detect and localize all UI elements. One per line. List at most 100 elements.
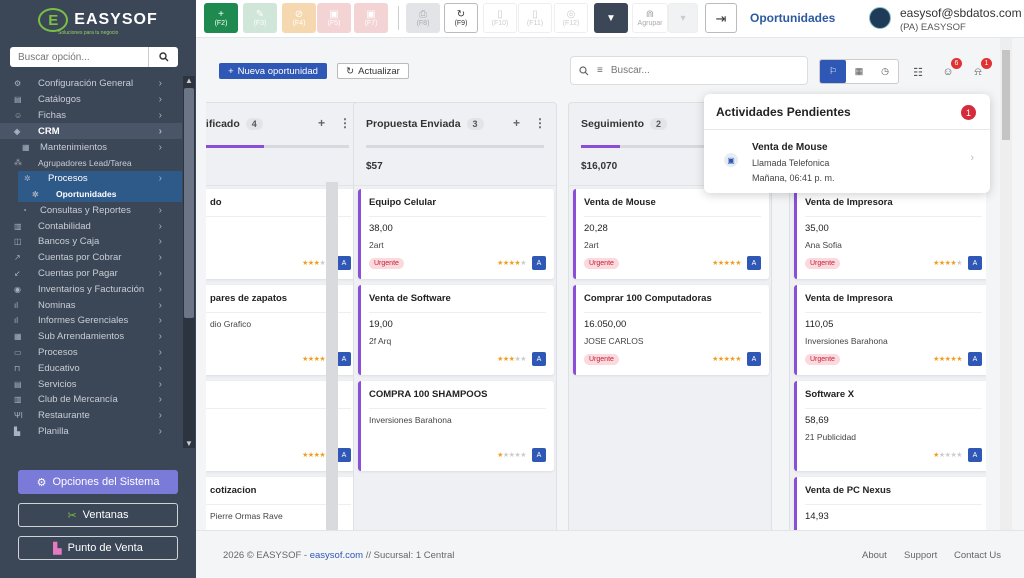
user-email[interactable]: easysof@sbdatos.com [900, 6, 1022, 20]
windows-button[interactable]: ✂ Ventanas [18, 503, 178, 527]
column-menu-icon[interactable]: ⋮ [534, 116, 546, 130]
sidebar-item[interactable]: ⁂ Agrupadores Lead/Tarea [0, 155, 182, 171]
view-activity-button[interactable]: ◷ [872, 60, 898, 83]
opportunity-card[interactable]: Equipo Celular 38,00 2art Urgente ★★★★★ A [358, 189, 554, 279]
kanban-search-input[interactable] [610, 65, 761, 76]
sidebar-item[interactable]: ✲ Procesos › [18, 170, 182, 187]
filter-button[interactable]: ▼ [594, 3, 628, 33]
sidebar-item[interactable]: ΨΙ Restaurante › [0, 408, 182, 424]
support-link[interactable]: Support [904, 550, 937, 561]
add-card-icon[interactable]: + [318, 116, 325, 130]
opportunity-card[interactable]: Venta de Mouse 20,28 2art Urgente ★★★★★ A [573, 189, 769, 279]
activity-item[interactable]: ▣ Venta de Mouse Llamada Telefonica Maña… [716, 138, 978, 184]
sidebar-item[interactable]: ▦ Sub Arrendamientos › [0, 329, 182, 345]
page-scrollbar[interactable] [1000, 38, 1012, 530]
opportunity-card[interactable]: COMPRA 100 SHAMPOOS Inversiones Barahona ★… [358, 381, 554, 471]
sidebar-item[interactable]: ▥ Contabilidad › [0, 218, 182, 234]
exit-button[interactable]: ⇥ [705, 3, 737, 33]
filter-icon[interactable]: ≡ [597, 65, 603, 76]
view-kanban-button[interactable]: ⚐ [820, 60, 846, 83]
sidebar-item[interactable]: ıl Nominas › [0, 297, 182, 313]
system-options-button[interactable]: ⚙ Opciones del Sistema [18, 470, 178, 494]
sidebar-item[interactable]: ☺ Fichas › [0, 108, 182, 124]
opportunity-card[interactable]: Venta de Impresora 35,00 Ana Sofia Urgente ★… [794, 189, 986, 279]
assignee-avatar[interactable]: A [747, 352, 761, 366]
priority-stars[interactable]: ★★★★★ [497, 451, 526, 459]
chevron-right-icon: › [158, 267, 162, 279]
sidebar-scroll-thumb[interactable] [184, 88, 194, 318]
priority-stars[interactable]: ★★★★★ [712, 355, 741, 363]
opportunity-card[interactable]: Software X 58,69 21 Publicidad ★★★★★ A [794, 381, 986, 471]
scroll-down-icon[interactable]: ▼ [183, 439, 195, 448]
contact-link[interactable]: Contact Us [954, 550, 1001, 561]
footer-link[interactable]: easysof.com [310, 550, 363, 561]
point-of-sale-button[interactable]: ▙ Punto de Venta [18, 536, 178, 560]
page-scroll-thumb[interactable] [1002, 50, 1010, 140]
opportunity-card[interactable]: Venta de PC Nexus14,932art★★★★★A [794, 477, 986, 530]
sidebar-item[interactable]: ↙ Cuentas por Pagar › [0, 266, 182, 282]
opportunity-card[interactable]: Venta de Impresora 110,05 Inversiones Bara… [794, 285, 986, 375]
assignee-avatar[interactable]: A [532, 352, 546, 366]
sidebar-item[interactable]: ▙ Planilla › [0, 424, 182, 440]
sidebar-item[interactable]: ↗ Cuentas por Cobrar › [0, 250, 182, 266]
print-button[interactable]: ⎙ (F8) [406, 3, 440, 33]
sidebar-item[interactable]: ▤ Catálogos › [0, 92, 182, 108]
delete-button[interactable]: ▣ (F7) [354, 3, 388, 33]
assignee-avatar[interactable]: A [968, 256, 982, 270]
notifications-button[interactable]: ⍾ 1 [970, 58, 992, 80]
priority-stars[interactable]: ★★★★★ [712, 259, 741, 267]
sidebar-item[interactable]: ◔ Consultas y Reportes › [0, 202, 182, 218]
assignee-avatar[interactable]: A [747, 256, 761, 270]
update-button[interactable]: ↻ Actualizar [337, 63, 409, 79]
f11-button[interactable]: ▯ (F11) [518, 3, 552, 33]
column-menu-icon[interactable]: ⋮ [339, 116, 351, 130]
priority-stars[interactable]: ★★★★★ [933, 451, 962, 459]
priority-stars[interactable]: ★★★★★ [933, 259, 962, 267]
assignee-avatar[interactable]: A [337, 256, 351, 270]
sidebar-item[interactable]: ▭ Procesos › [0, 345, 182, 361]
sidebar-search-input[interactable] [10, 47, 148, 67]
priority-stars[interactable]: ★★★★★ [497, 259, 526, 267]
user-avatar[interactable] [869, 7, 891, 29]
cancel-button[interactable]: ⊘ (F4) [282, 3, 316, 33]
refresh-button[interactable]: ↻ (F9) [444, 3, 478, 33]
add-card-icon[interactable]: + [513, 116, 520, 130]
sidebar-item[interactable]: ıl Informes Gerenciales › [0, 313, 182, 329]
column-scrollbar[interactable] [326, 182, 338, 530]
sidebar-item[interactable]: ▤ Servicios › [0, 376, 182, 392]
group-dropdown-button[interactable]: ▾ [668, 3, 698, 33]
save-button[interactable]: ▣ (F5) [317, 3, 351, 33]
assignee-avatar[interactable]: A [532, 256, 546, 270]
sidebar-item[interactable]: ◈ CRM › [0, 123, 182, 140]
sidebar-item[interactable]: ▦ Mantenimientos › [0, 139, 182, 155]
f10-button[interactable]: ▯ (F10) [483, 3, 517, 33]
scroll-up-icon[interactable]: ▲ [183, 76, 195, 85]
assignee-avatar[interactable]: A [968, 448, 982, 462]
priority-stars[interactable]: ★★★★★ [497, 355, 526, 363]
priority-stars[interactable]: ★★★★★ [933, 355, 962, 363]
sidebar-item[interactable]: ▥ Club de Mercancía › [0, 392, 182, 408]
f12-button[interactable]: ◎ (F12) [554, 3, 588, 33]
new-opportunity-button[interactable]: + Nueva oportunidad [219, 63, 327, 79]
about-link[interactable]: About [862, 550, 887, 561]
assignee-avatar[interactable]: A [337, 448, 351, 462]
sidebar-item[interactable]: ⚙ Configuración General › [0, 76, 182, 92]
sidebar-item[interactable]: ◫ Bancos y Caja › [0, 234, 182, 250]
sidebar-search-button[interactable] [148, 47, 178, 67]
assignee-avatar[interactable]: A [337, 352, 351, 366]
group-button[interactable]: ⋒ Agrupar [632, 3, 668, 33]
sidebar-item[interactable]: ◉ Inventarios y Facturación › [0, 281, 182, 297]
activities-button[interactable]: ☺ 6 [940, 58, 962, 80]
assignee-avatar[interactable]: A [968, 352, 982, 366]
edit-button[interactable]: ✎ (F3) [243, 3, 277, 33]
chevron-right-icon: › [158, 378, 162, 390]
opportunity-card[interactable]: Comprar 100 Computadoras 16.050,00 JOSE CA… [573, 285, 769, 375]
sidebar-scrollbar[interactable]: ▲ ▼ [183, 76, 195, 448]
sidebar-item[interactable]: ⊓ Educativo › [0, 360, 182, 376]
assignee-avatar[interactable]: A [532, 448, 546, 462]
view-calendar-button[interactable]: ▦ [846, 60, 872, 83]
list-view-button[interactable]: ☷ [910, 64, 926, 80]
sidebar-item[interactable]: ✲ Oportunidades [18, 186, 182, 203]
add-button[interactable]: + (F2) [204, 3, 238, 33]
opportunity-card[interactable]: Venta de Software 19,00 2f Arq ★★★★★ A [358, 285, 554, 375]
